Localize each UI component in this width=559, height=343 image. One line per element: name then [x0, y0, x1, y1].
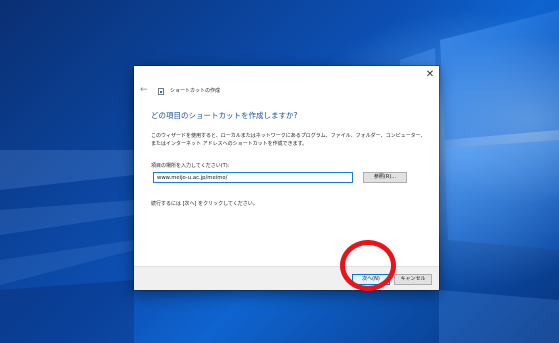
browse-button[interactable]: 参照(R)...	[363, 172, 407, 183]
shortcut-icon	[158, 87, 164, 95]
location-label: 項目の場所を入力してください(T):	[151, 163, 230, 169]
wizard-description: このウィザードを使用すると、ローカルまたはネットワークにあるプログラム、ファイル…	[151, 133, 426, 147]
close-icon[interactable]: ✕	[423, 68, 437, 82]
back-arrow-icon[interactable]: ←	[140, 85, 150, 95]
continue-hint: 続行するには [次へ] をクリックしてください。	[151, 201, 258, 207]
red-highlight-circle	[340, 240, 396, 291]
location-input[interactable]	[153, 172, 353, 183]
title-bar: ← ショートカットの作成	[140, 84, 220, 96]
window-title: ショートカットの作成	[170, 87, 221, 94]
page-heading: どの項目のショートカットを作成しますか?	[151, 111, 298, 120]
cancel-button[interactable]: キャンセル	[394, 274, 432, 285]
